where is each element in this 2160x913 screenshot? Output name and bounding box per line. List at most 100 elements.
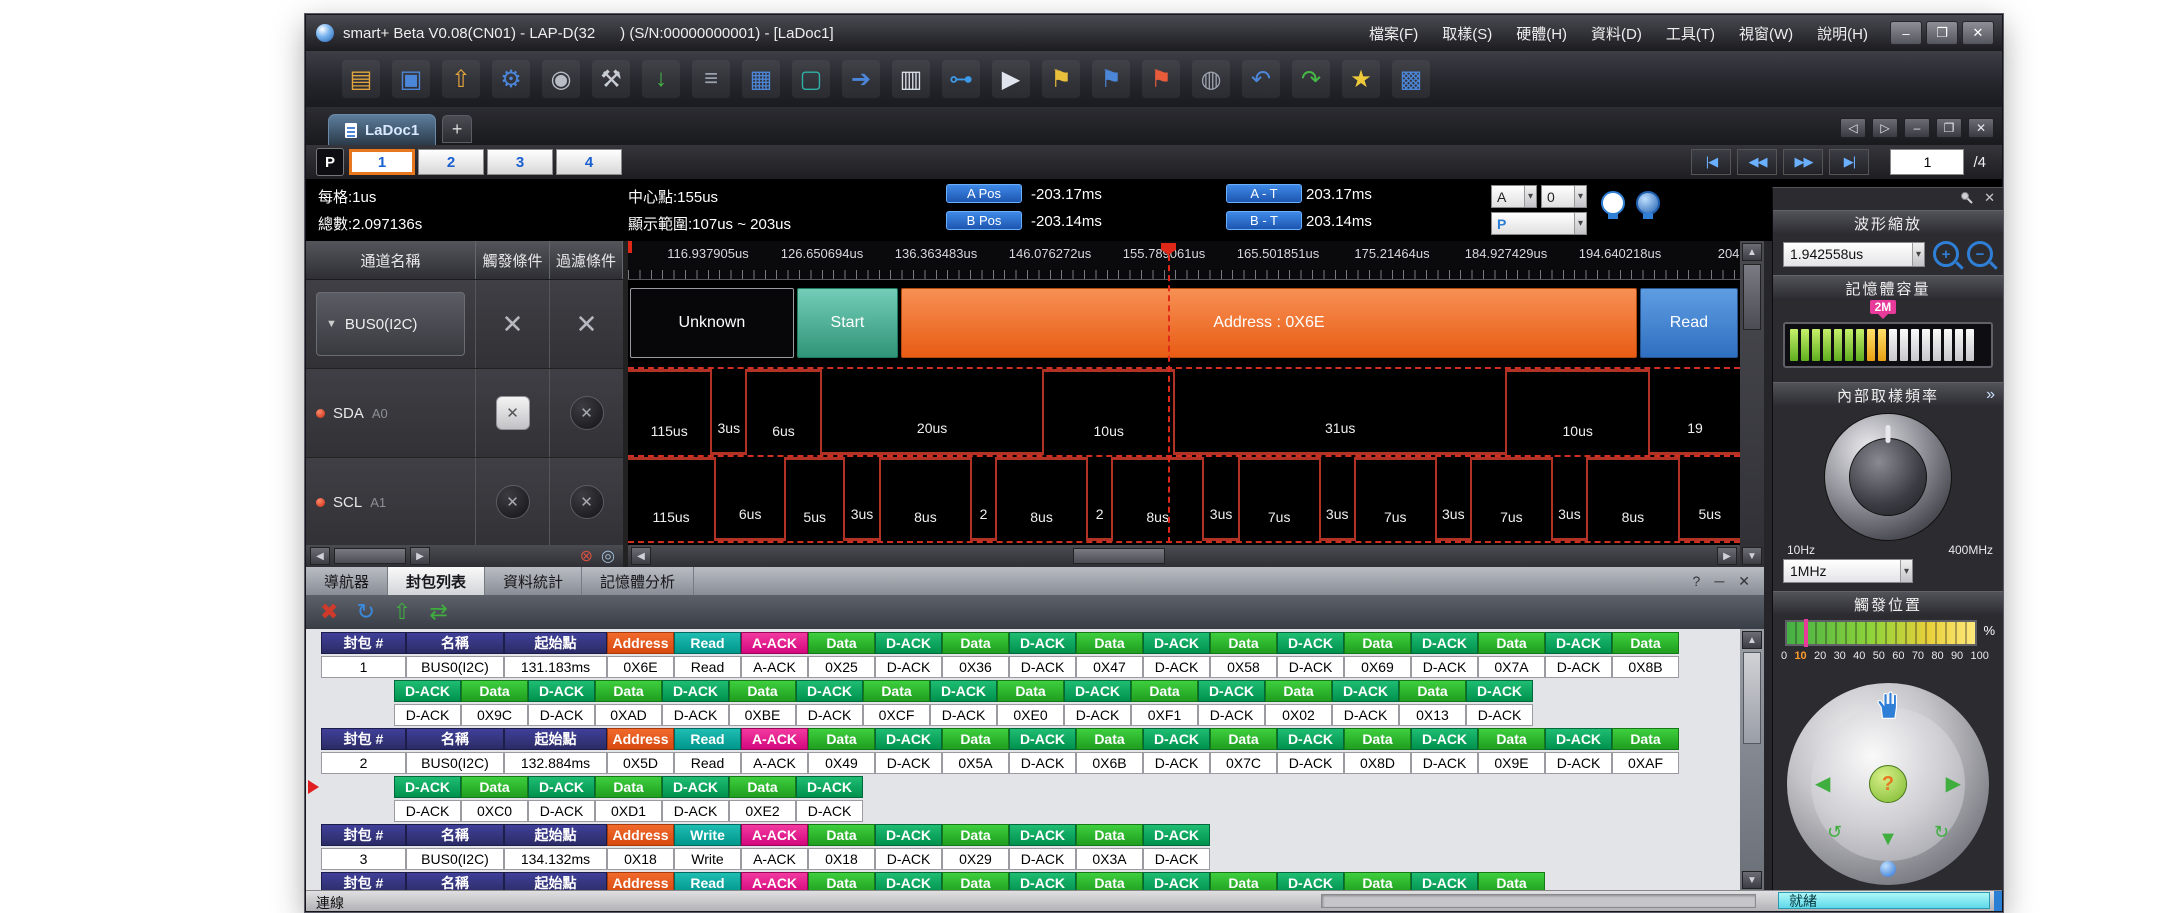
flag-a-icon[interactable]: ⚑	[1042, 60, 1080, 98]
packet-cell[interactable]: D-ACK	[662, 704, 729, 726]
packet-cell[interactable]: 0X5D	[607, 752, 674, 774]
scroll-right-icon[interactable]: ▶	[410, 547, 430, 565]
packet-cell[interactable]: A-ACK	[741, 656, 808, 678]
packet-cell[interactable]: D-ACK	[1198, 704, 1265, 726]
packet-cell[interactable]: D-ACK	[1466, 704, 1533, 726]
packet-cell[interactable]: 0XF1	[1131, 704, 1198, 726]
position-select[interactable]: P▾	[1491, 212, 1587, 235]
nav-next-icon[interactable]: ▶▶	[1783, 149, 1823, 175]
nav-prev-icon[interactable]: ◀◀	[1737, 149, 1777, 175]
packet-cell[interactable]: 0X69	[1344, 656, 1411, 678]
flag-b-icon[interactable]: ⚑	[1092, 60, 1130, 98]
menu-item[interactable]: 檔案(F)	[1369, 23, 1418, 44]
minimize-button[interactable]: –	[1890, 21, 1922, 45]
marker-b-bulb-icon[interactable]	[1636, 191, 1660, 215]
packet-cell[interactable]: D-ACK	[528, 800, 595, 822]
more-icon[interactable]: »	[1986, 386, 1995, 404]
packet-cell[interactable]: 134.132ms	[504, 848, 607, 870]
packet-cell[interactable]: 0XAF	[1612, 752, 1679, 774]
packet-cell[interactable]: 0X49	[808, 752, 875, 774]
packet-cell[interactable]: A-ACK	[741, 752, 808, 774]
packet-cell[interactable]: Read	[674, 752, 741, 774]
packet-cell[interactable]: 0XAD	[595, 704, 662, 726]
calculator-icon[interactable]: ▩	[1392, 60, 1430, 98]
marker-select[interactable]: A▾	[1491, 185, 1537, 208]
nav-last-icon[interactable]: ▶|	[1829, 149, 1869, 175]
pin-icon[interactable]	[1960, 191, 1974, 205]
marker-a-bulb-icon[interactable]	[1601, 191, 1625, 215]
packet-cell[interactable]: 0X6B	[1076, 752, 1143, 774]
scroll-left-icon[interactable]: ◀	[310, 547, 330, 565]
tab-導航器[interactable]: 導航器	[306, 567, 388, 595]
packet-cell[interactable]: 0X02	[1265, 704, 1332, 726]
packet-cell[interactable]: D-ACK	[875, 848, 942, 870]
tab-資料統計[interactable]: 資料統計	[485, 567, 582, 595]
marker-number-select[interactable]: 0▾	[1541, 185, 1587, 208]
zoom-in-icon[interactable]: +	[1933, 241, 1959, 267]
page-button-4[interactable]: 4	[556, 149, 622, 175]
packet-cell[interactable]: D-ACK	[1411, 752, 1478, 774]
pan-right-icon[interactable]: ▶	[1946, 771, 1961, 796]
pad-ball-icon[interactable]	[1880, 861, 1896, 877]
rotate-left-icon[interactable]: ↺	[1827, 822, 1842, 843]
waveform-display[interactable]: 116.937905us126.650694us136.363483us146.…	[628, 241, 1740, 567]
scroll-up-icon[interactable]: ▲	[1742, 243, 1762, 261]
scroll-up-icon[interactable]: ▲	[1742, 631, 1762, 649]
sample-rate-select[interactable]: 1MHz ▾	[1783, 559, 1913, 583]
packet-cell[interactable]: D-ACK	[1545, 752, 1612, 774]
packet-cell[interactable]: A-ACK	[741, 848, 808, 870]
favorite-icon[interactable]: ★	[1342, 60, 1380, 98]
packet-cell[interactable]: 0X7C	[1210, 752, 1277, 774]
nav-first-icon[interactable]: |◀	[1691, 149, 1731, 175]
scrollbar-thumb[interactable]	[1743, 264, 1761, 330]
packet-cell[interactable]: D-ACK	[1009, 752, 1076, 774]
tab-scroll-left-icon[interactable]: ◁	[1840, 118, 1866, 138]
scroll-down-icon[interactable]: ▼	[1742, 547, 1762, 565]
a-t-badge[interactable]: A - T	[1226, 184, 1302, 203]
refresh-packets-icon[interactable]: ↻	[356, 599, 374, 625]
document-tab[interactable]: LaDoc1	[328, 114, 436, 145]
probe-connect-icon[interactable]: ⊶	[942, 60, 980, 98]
packet-cell[interactable]: 0X8B	[1612, 656, 1679, 678]
menu-item[interactable]: 資料(D)	[1591, 23, 1642, 44]
menu-item[interactable]: 說明(H)	[1817, 23, 1868, 44]
packet-cell[interactable]: D-ACK	[1277, 752, 1344, 774]
flag-t-icon[interactable]: ⚑	[1142, 60, 1180, 98]
packet-cell[interactable]: D-ACK	[1332, 704, 1399, 726]
packet-cell[interactable]: 0XE0	[997, 704, 1064, 726]
clear-packets-icon[interactable]: ✖	[320, 599, 338, 625]
zoom-out-icon[interactable]: −	[1967, 241, 1993, 267]
packet-cell[interactable]: BUS0(I2C)	[406, 656, 504, 678]
packet-cell[interactable]: 0X9E	[1478, 752, 1545, 774]
menu-item[interactable]: 視窗(W)	[1739, 23, 1793, 44]
packet-cell[interactable]: 0X18	[607, 848, 674, 870]
packet-cell[interactable]: 0XE2	[729, 800, 796, 822]
undo-icon[interactable]: ↶	[1242, 60, 1280, 98]
tab-scroll-right-icon[interactable]: ▷	[1872, 118, 1898, 138]
packet-cell[interactable]: 0X47	[1076, 656, 1143, 678]
packet-cell[interactable]: 0X25	[808, 656, 875, 678]
packet-cell[interactable]: D-ACK	[796, 800, 863, 822]
a-pos-badge[interactable]: A Pos	[946, 184, 1022, 203]
packet-cell[interactable]: D-ACK	[394, 800, 461, 822]
close-button[interactable]: ✕	[1962, 21, 1994, 45]
scroll-left-icon[interactable]: ◀	[631, 547, 651, 565]
packet-cell[interactable]: 2	[321, 752, 406, 774]
packet-cell[interactable]: 131.183ms	[504, 656, 607, 678]
packet-cell[interactable]: 0X7A	[1478, 656, 1545, 678]
packet-cell[interactable]: 0X29	[942, 848, 1009, 870]
packet-cell[interactable]: 0X3A	[1076, 848, 1143, 870]
new-window-icon[interactable]: ▢	[792, 60, 830, 98]
scl-name-cell[interactable]: SCL A1	[306, 458, 476, 546]
bus-decode-icon[interactable]: ▦	[742, 60, 780, 98]
packet-cell[interactable]: Read	[674, 656, 741, 678]
scroll-down-icon[interactable]: ▼	[1742, 871, 1762, 889]
navigation-pad[interactable]: ◀ ▶ ▼ ↺ ↻ ?	[1786, 682, 1990, 886]
bus0-trigger-cell[interactable]: ✕	[476, 280, 550, 368]
b-t-badge[interactable]: B - T	[1226, 211, 1302, 230]
packet-cell[interactable]: D-ACK	[1277, 656, 1344, 678]
bus0-channel-button[interactable]: ▼ BUS0(I2C)	[316, 292, 465, 356]
packet-cell[interactable]: 0X5A	[942, 752, 1009, 774]
page-p-button[interactable]: P	[316, 148, 344, 176]
scl-filter-cell[interactable]: ✕	[550, 458, 623, 546]
